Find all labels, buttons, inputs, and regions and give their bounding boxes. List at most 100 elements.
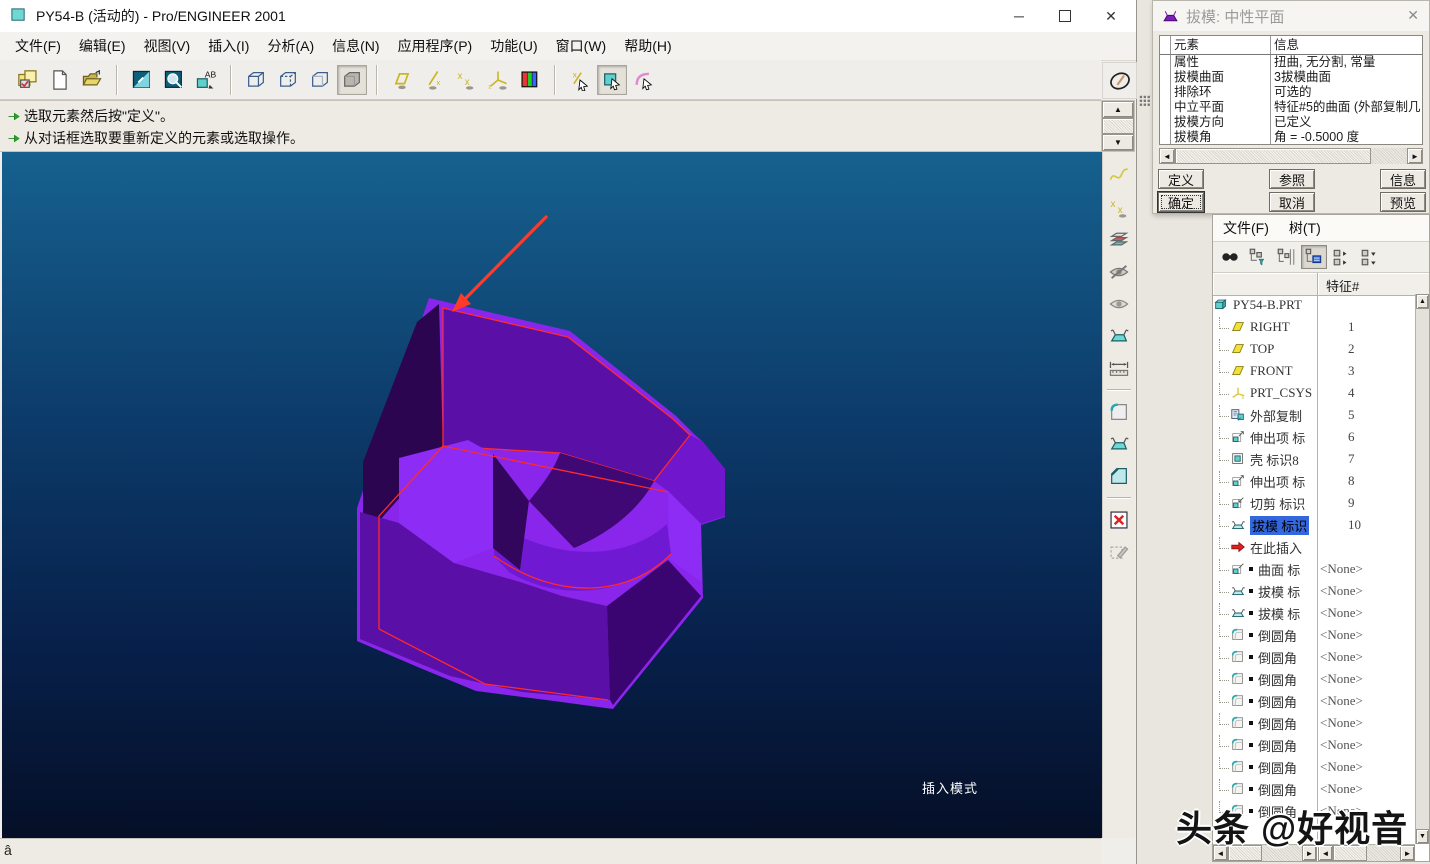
draft-tool-button[interactable]: [1104, 321, 1134, 351]
tree-item[interactable]: 倒圆角: [1213, 668, 1317, 690]
tree-item[interactable]: 切剪 标识: [1213, 492, 1317, 514]
tree-item[interactable]: 倒圆角: [1213, 712, 1317, 734]
layers-button[interactable]: [1104, 225, 1134, 255]
scroll-right-icon[interactable]: ►: [1407, 148, 1423, 164]
redefine-button[interactable]: [1104, 537, 1134, 567]
tree-item[interactable]: 倒圆角: [1213, 756, 1317, 778]
tree-item[interactable]: PY54-B.PRT: [1213, 294, 1317, 316]
spline-button[interactable]: [1104, 161, 1134, 191]
scroll-thumb[interactable]: [1175, 148, 1371, 164]
info-button[interactable]: 信息: [1380, 169, 1426, 189]
message-scrollbar[interactable]: ▲ ▼: [1101, 100, 1135, 152]
appearance-button[interactable]: [515, 65, 545, 95]
close-button[interactable]: ✕: [1088, 0, 1134, 32]
sash-grip-icon[interactable]: [1139, 95, 1153, 109]
table-row[interactable]: 中立平面 特征#5的曲面 (外部复制几: [1160, 100, 1422, 115]
tree-item[interactable]: TOP: [1213, 338, 1317, 360]
annotate-ab-button[interactable]: AB: [191, 65, 221, 95]
open-folder-button[interactable]: [77, 65, 107, 95]
show-item-button[interactable]: [1104, 289, 1134, 319]
view-shaded-button[interactable]: [337, 64, 367, 95]
tree-item[interactable]: 拔模 标: [1213, 602, 1317, 624]
collapse-all-button[interactable]: [1357, 245, 1383, 269]
tree-item[interactable]: 倒圆角: [1213, 778, 1317, 800]
tree-item[interactable]: 倒圆角: [1213, 646, 1317, 668]
measure-button[interactable]: [1104, 353, 1134, 383]
delete-x-button[interactable]: [1104, 505, 1134, 535]
datum-plane-button[interactable]: [387, 65, 417, 95]
tree-item[interactable]: RIGHT: [1213, 316, 1317, 338]
info-pencil-button[interactable]: [1102, 62, 1137, 99]
tree-filter-button[interactable]: [1245, 245, 1271, 269]
define-button[interactable]: 定义: [1158, 169, 1204, 189]
scroll-left-icon[interactable]: ◄: [1159, 148, 1175, 164]
menu-item-2[interactable]: 视图(V): [135, 33, 200, 59]
datum-axis-button[interactable]: x: [419, 65, 449, 95]
tree-item[interactable]: 伸出项 标: [1213, 426, 1317, 448]
scroll-up-icon[interactable]: ▲: [1102, 101, 1134, 118]
filter-datum-button[interactable]: x: [565, 65, 595, 95]
datum-point-button[interactable]: xx: [451, 65, 481, 95]
filter-round-button[interactable]: [629, 65, 659, 95]
table-row[interactable]: 拔模方向 已定义: [1160, 115, 1422, 130]
tree-item[interactable]: 拔模 标识: [1213, 514, 1317, 536]
table-row[interactable]: 属性 扭曲, 无分割, 常量: [1160, 55, 1422, 70]
menu-item-6[interactable]: 应用程序(P): [389, 33, 482, 59]
menu-item-3[interactable]: 插入(I): [199, 33, 258, 59]
ok-button[interactable]: 确定: [1158, 192, 1204, 212]
hide-item-button[interactable]: [1104, 257, 1134, 287]
menu-item-5[interactable]: 信息(N): [323, 33, 388, 59]
copy-stack-button[interactable]: [13, 65, 43, 95]
cancel-button[interactable]: 取消: [1269, 192, 1315, 212]
refs-button[interactable]: 参照: [1269, 169, 1315, 189]
table-row[interactable]: 拔模曲面 3拔模曲面: [1160, 70, 1422, 85]
scroll-up-icon[interactable]: ▲: [1416, 294, 1429, 309]
dialog-close-button[interactable]: ✕: [1407, 7, 1419, 24]
repaint-button[interactable]: [127, 65, 157, 95]
table-hscrollbar[interactable]: ◄ ►: [1159, 148, 1423, 164]
datum-point2-button[interactable]: xx: [1104, 193, 1134, 223]
expand-all-button[interactable]: [1329, 245, 1355, 269]
new-file-button[interactable]: [45, 65, 75, 95]
tree-item[interactable]: x PRT_CSYS: [1213, 382, 1317, 404]
scroll-thumb[interactable]: [1102, 118, 1134, 134]
view-hidden-button[interactable]: [273, 65, 303, 95]
tree-item[interactable]: 倒圆角: [1213, 624, 1317, 646]
menu-item-8[interactable]: 窗口(W): [547, 33, 616, 59]
tree-item[interactable]: 伸出项 标: [1213, 470, 1317, 492]
table-row[interactable]: 拔模角角 = -0.5000 度: [1160, 130, 1422, 144]
round-tool-button[interactable]: [1104, 397, 1134, 427]
scroll-down-icon[interactable]: ▼: [1416, 829, 1429, 844]
minimize-button[interactable]: ─: [996, 0, 1042, 32]
tree-vscrollbar[interactable]: ▲ ▼: [1415, 294, 1429, 844]
preview-button[interactable]: 预览: [1380, 192, 1426, 212]
maximize-button[interactable]: [1042, 0, 1088, 32]
tree-item[interactable]: 拔模 标: [1213, 580, 1317, 602]
tree-item[interactable]: 在此插入: [1213, 536, 1317, 558]
tree-item[interactable]: 外部复制: [1213, 404, 1317, 426]
menu-item-7[interactable]: 功能(U): [481, 33, 546, 59]
menu-item-1[interactable]: 编辑(E): [70, 33, 135, 59]
tree-item[interactable]: 倒圆角: [1213, 734, 1317, 756]
tree-highlight-button[interactable]: [1301, 245, 1327, 269]
tree-columns-button[interactable]: [1273, 245, 1299, 269]
graphics-viewport[interactable]: 插入模式: [2, 152, 1102, 838]
chamfer-tool-button[interactable]: [1104, 461, 1134, 491]
table-row[interactable]: 排除环 可选的: [1160, 85, 1422, 100]
tree-item[interactable]: 壳 标识8: [1213, 448, 1317, 470]
scroll-track[interactable]: [1371, 148, 1407, 164]
tree-item[interactable]: FRONT: [1213, 360, 1317, 382]
tree-item[interactable]: 曲面 标: [1213, 558, 1317, 580]
zoom-view-button[interactable]: [159, 65, 189, 95]
view-wireframe-button[interactable]: [241, 65, 271, 95]
scroll-down-icon[interactable]: ▼: [1102, 134, 1134, 151]
menu-item-9[interactable]: 帮助(H): [615, 33, 680, 59]
tree-menu-file[interactable]: 文件(F): [1213, 216, 1279, 240]
part-model[interactable]: [357, 298, 725, 709]
filter-feature-button[interactable]: [597, 64, 627, 95]
menu-item-4[interactable]: 分析(A): [258, 33, 323, 59]
draft-tool2-button[interactable]: [1104, 429, 1134, 459]
tree-item[interactable]: 倒圆角: [1213, 690, 1317, 712]
csys-button[interactable]: z: [483, 65, 513, 95]
menu-item-0[interactable]: 文件(F): [6, 33, 70, 59]
